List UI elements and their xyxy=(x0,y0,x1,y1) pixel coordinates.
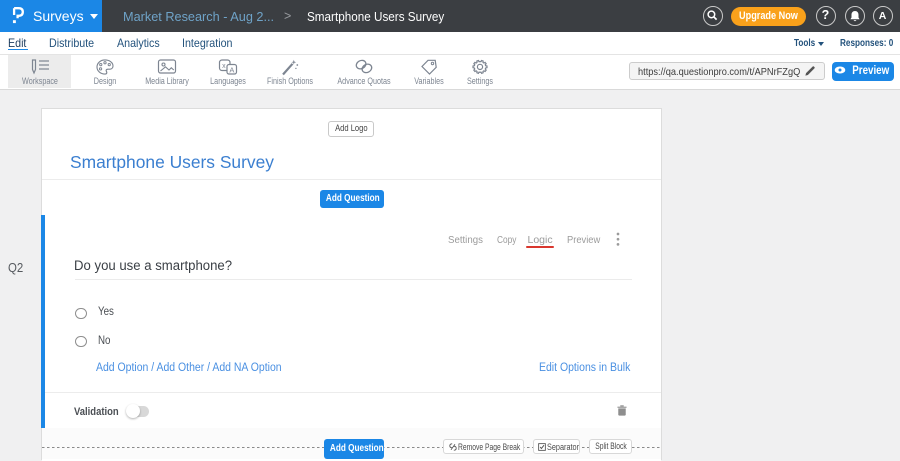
svg-text:A: A xyxy=(229,66,234,75)
svg-text:x: x xyxy=(222,63,226,70)
